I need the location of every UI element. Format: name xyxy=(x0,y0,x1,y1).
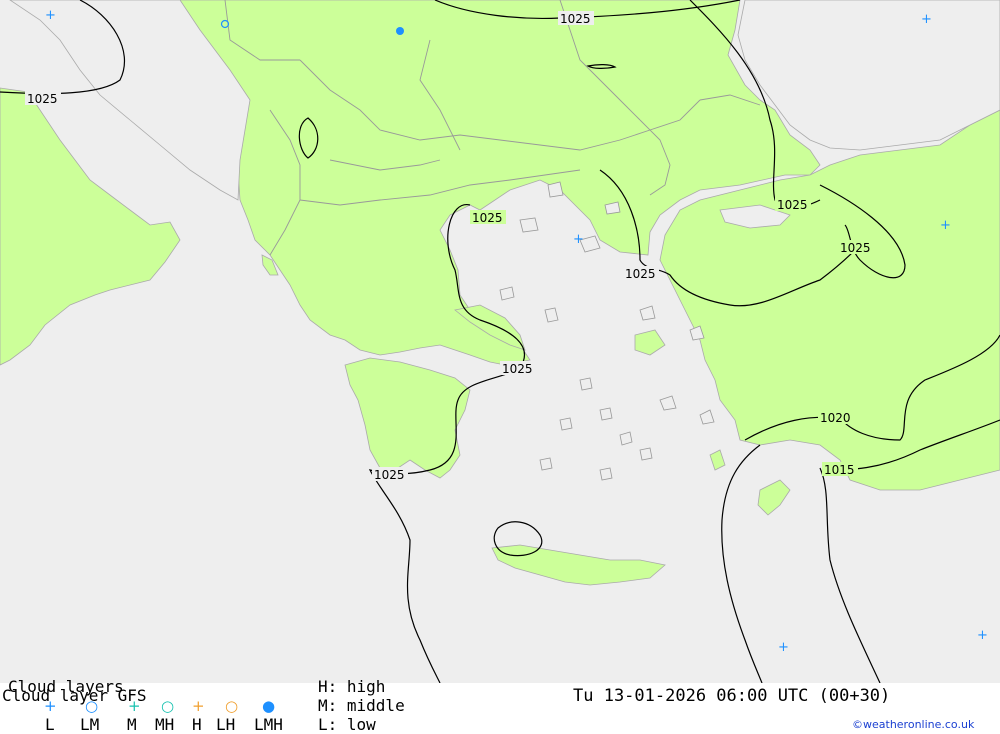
forecast-datetime: Tu 13-01-2026 06:00 UTC (00+30) xyxy=(573,686,891,706)
legend-high-icon: + xyxy=(192,697,205,715)
legend-low-high-icon: ○ xyxy=(225,697,239,715)
weather-map: 1025 1025 1025 1025 1025 1025 1025 1025 … xyxy=(0,0,1000,683)
key-low: L: low xyxy=(318,715,376,734)
legend-label-lmh: LMH xyxy=(254,715,283,734)
low-cloud-marker: + xyxy=(921,12,932,27)
low-cloud-marker: + xyxy=(573,232,584,247)
legend-bar: Cloud layers Cloud layer GFS + ○ + ○ + ○… xyxy=(0,678,1000,734)
low-middle-high-cloud-marker xyxy=(396,27,404,35)
legend-label-mh: MH xyxy=(155,715,175,734)
legend-middle-icon: + xyxy=(128,697,141,715)
key-middle: M: middle xyxy=(318,696,405,715)
isobar-label: 1015 xyxy=(824,463,855,477)
key-high: H: high xyxy=(318,677,386,696)
legend-title-bottom: Cloud layer GFS xyxy=(2,686,147,705)
isobar-label: 1025 xyxy=(502,362,533,376)
low-cloud-marker: + xyxy=(778,640,789,655)
site-credit[interactable]: ©weatheronline.co.uk xyxy=(852,718,974,731)
legend-label-l: L xyxy=(45,715,55,734)
low-cloud-marker: + xyxy=(45,8,56,23)
legend-low-icon: + xyxy=(44,697,57,715)
isobar-label: 1025 xyxy=(374,468,405,482)
legend-label-h: H xyxy=(192,715,202,734)
isobar-label: 1025 xyxy=(840,241,871,255)
legend-low-middle-icon: ○ xyxy=(85,697,99,715)
legend-label-m: M xyxy=(127,715,137,734)
low-cloud-marker: + xyxy=(977,628,988,643)
isobar-label: 1025 xyxy=(777,198,808,212)
legend-low-middle-high-icon: ● xyxy=(262,697,276,715)
low-cloud-marker: + xyxy=(940,218,951,233)
legend-middle-high-icon: ○ xyxy=(161,697,175,715)
legend-label-lh: LH xyxy=(216,715,236,734)
isobar-label: 1025 xyxy=(472,211,503,225)
isobar-label: 1025 xyxy=(27,92,58,106)
legend-label-lm: LM xyxy=(80,715,100,734)
isobar-label: 1025 xyxy=(560,12,591,26)
isobar-label: 1025 xyxy=(625,267,656,281)
isobar-label: 1020 xyxy=(820,411,851,425)
